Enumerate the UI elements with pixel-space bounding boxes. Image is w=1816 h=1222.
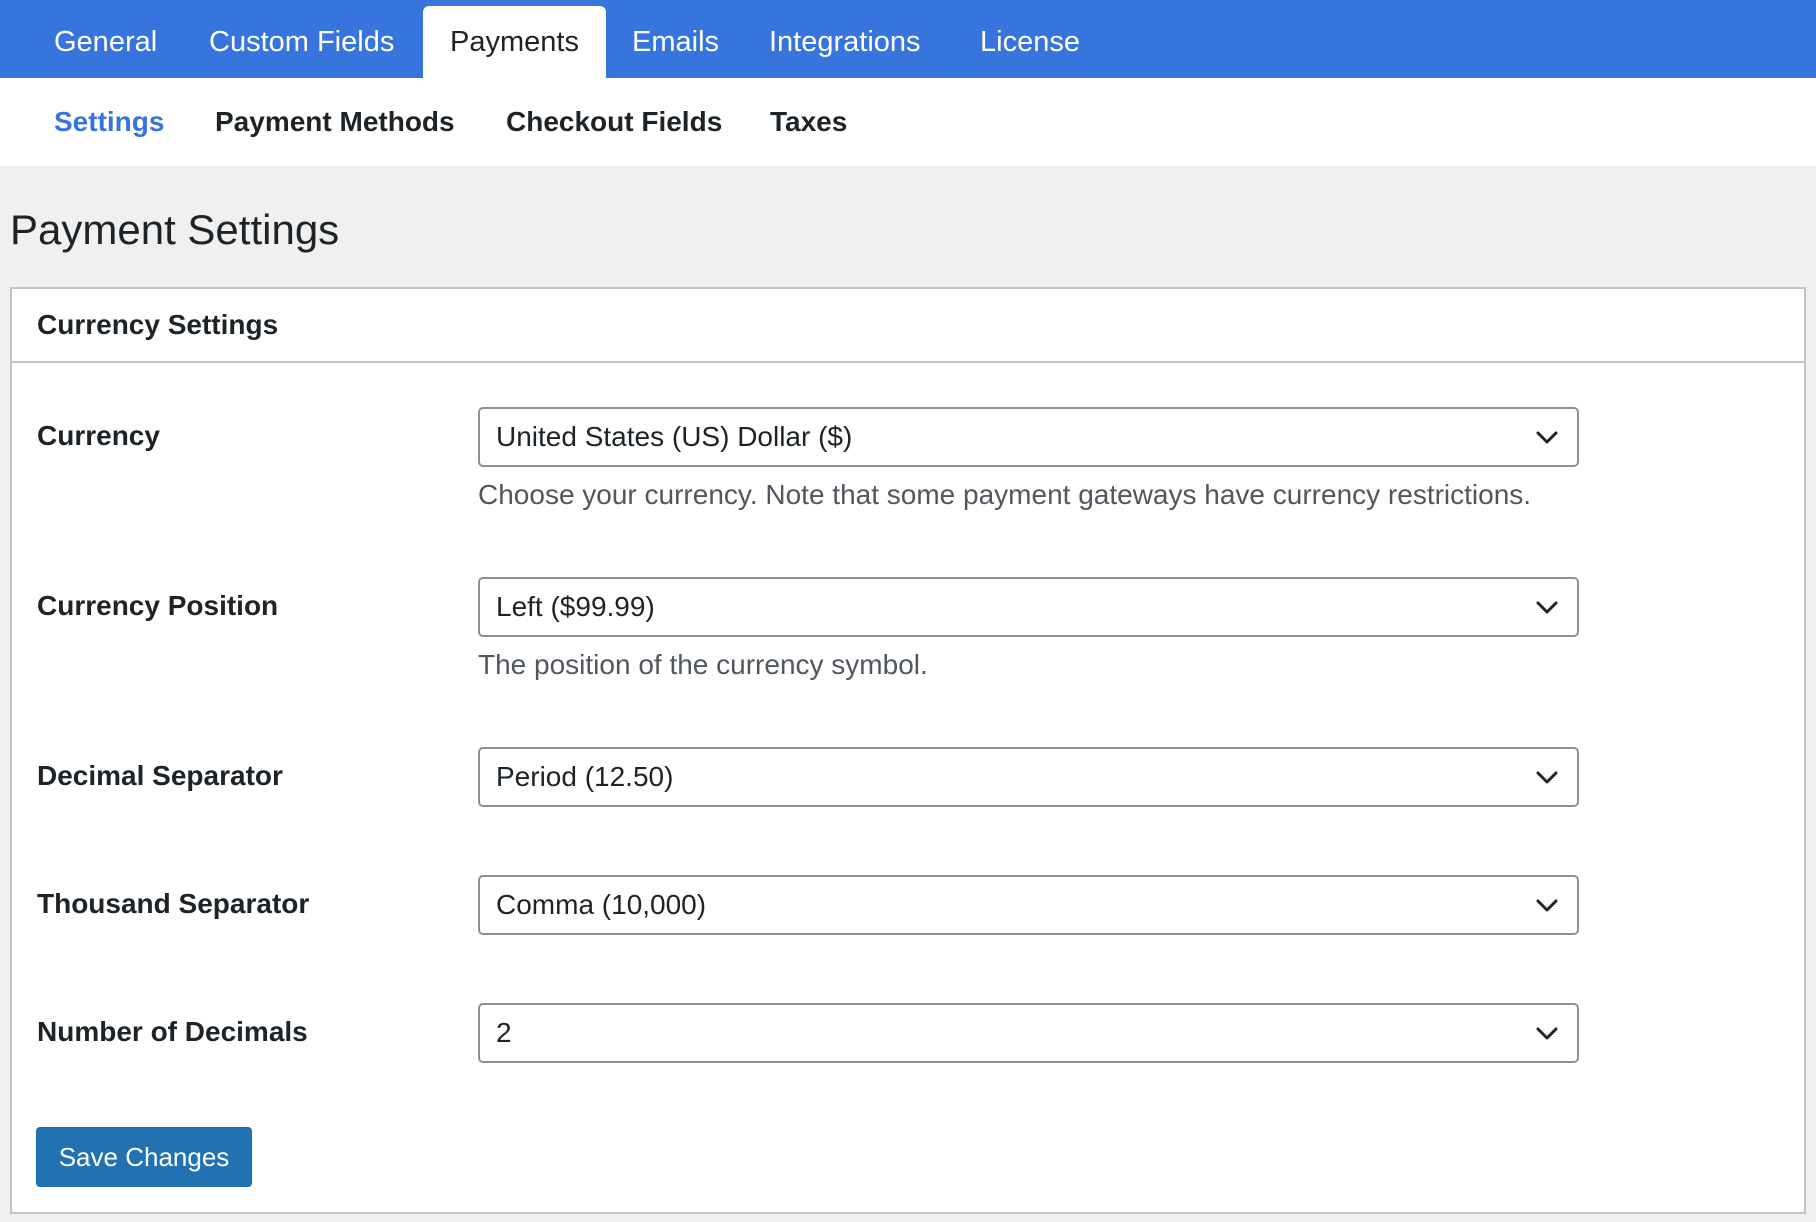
- tab-license[interactable]: License: [953, 6, 1107, 78]
- currency-position-help-text: The position of the currency symbol.: [478, 649, 928, 680]
- currency-label: Currency: [37, 420, 160, 451]
- top-tab-bar: General Custom Fields Payments Emails In…: [0, 0, 1816, 78]
- number-of-decimals-select[interactable]: 2: [478, 1003, 1579, 1063]
- subtab-taxes[interactable]: Taxes: [770, 78, 847, 166]
- currency-help-text: Choose your currency. Note that some pay…: [478, 479, 1532, 510]
- page-title: Payment Settings: [10, 206, 340, 253]
- tab-general[interactable]: General: [27, 6, 184, 78]
- number-of-decimals-label: Number of Decimals: [37, 1016, 308, 1047]
- decimal-separator-label: Decimal Separator: [37, 760, 283, 791]
- currency-settings-panel: Currency Settings Currency United States…: [10, 287, 1806, 1214]
- chevron-down-icon: [1536, 1027, 1558, 1040]
- chevron-down-icon: [1536, 899, 1558, 912]
- subtab-payment-methods[interactable]: Payment Methods: [215, 78, 455, 166]
- currency-position-select[interactable]: Left ($99.99): [478, 577, 1579, 637]
- currency-position-label: Currency Position: [37, 590, 279, 621]
- currency-select-value: United States (US) Dollar ($): [496, 421, 853, 452]
- subtab-settings[interactable]: Settings: [54, 78, 164, 166]
- chevron-down-icon: [1536, 601, 1558, 614]
- sub-tab-bar: Settings Payment Methods Checkout Fields…: [0, 78, 1816, 166]
- save-changes-button[interactable]: Save Changes: [36, 1127, 252, 1187]
- subtab-checkout-fields[interactable]: Checkout Fields: [506, 78, 722, 166]
- panel-header: Currency Settings: [12, 289, 1804, 363]
- tab-emails[interactable]: Emails: [605, 6, 746, 78]
- decimal-separator-select[interactable]: Period (12.50): [478, 747, 1579, 807]
- thousand-separator-select[interactable]: Comma (10,000): [478, 875, 1579, 935]
- tab-integrations[interactable]: Integrations: [742, 6, 948, 78]
- tab-payments[interactable]: Payments: [423, 6, 606, 78]
- thousand-separator-select-value: Comma (10,000): [496, 889, 707, 920]
- number-of-decimals-select-value: 2: [496, 1017, 512, 1048]
- chevron-down-icon: [1536, 771, 1558, 784]
- tab-custom-fields[interactable]: Custom Fields: [182, 6, 421, 78]
- currency-select[interactable]: United States (US) Dollar ($): [478, 407, 1579, 467]
- decimal-separator-select-value: Period (12.50): [496, 761, 674, 792]
- chevron-down-icon: [1536, 431, 1558, 444]
- panel-title: Currency Settings: [37, 309, 279, 340]
- thousand-separator-label: Thousand Separator: [37, 888, 310, 919]
- currency-position-select-value: Left ($99.99): [496, 591, 655, 622]
